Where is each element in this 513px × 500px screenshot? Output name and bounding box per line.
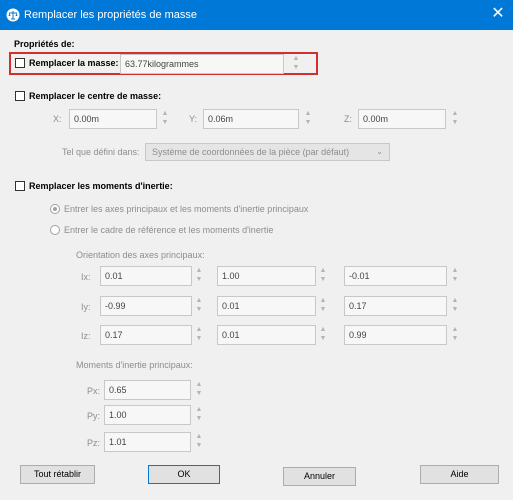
iy-2-input[interactable]: 0.01 — [217, 296, 316, 316]
help-button[interactable]: Aide — [420, 465, 499, 484]
iz-1-input[interactable]: 0.17 — [100, 325, 192, 345]
pz-label: Pz: — [87, 438, 101, 448]
mass-spinner[interactable]: ▲ ▼ — [291, 54, 301, 74]
coord-system-select[interactable]: Système de coordonnées de la pièce (par … — [145, 143, 390, 161]
mass-input[interactable]: 63.77kilogrammes — [120, 54, 284, 74]
center-checkbox-label: Remplacer le centre de masse: — [29, 91, 162, 101]
close-icon: ✕ — [491, 5, 505, 22]
ix-1-input[interactable]: 0.01 — [100, 266, 192, 286]
ix-2-input[interactable]: 1.00 — [217, 266, 316, 286]
iz-2-spinner[interactable]: ▲ ▼ — [318, 325, 328, 345]
window-title: Remplacer les propriétés de masse — [24, 9, 198, 21]
row-ix-label: Ix: — [81, 272, 91, 282]
ix-3-input[interactable]: -0.01 — [344, 266, 447, 286]
ix-3-spinner[interactable]: ▲ ▼ — [450, 266, 460, 286]
py-spinner[interactable]: ▲ ▼ — [194, 405, 204, 425]
iz-3-input[interactable]: 0.99 — [344, 325, 447, 345]
moments-heading: Moments d'inertie principaux: — [76, 360, 193, 370]
py-input[interactable]: 1.00 — [104, 405, 191, 425]
coord-system-value: Système de coordonnées de la pièce (par … — [152, 147, 350, 157]
ix-1-spinner[interactable]: ▲ ▼ — [194, 266, 204, 286]
py-label: Py: — [87, 411, 101, 421]
center-x-spinner[interactable]: ▲ ▼ — [160, 109, 170, 129]
center-checkbox[interactable] — [15, 91, 25, 101]
iy-2-spinner[interactable]: ▲ ▼ — [318, 296, 328, 316]
radio-principal-axes[interactable] — [50, 204, 60, 214]
mass-checkbox[interactable] — [15, 58, 25, 68]
center-x-label: X: — [53, 114, 62, 124]
px-input[interactable]: 0.65 — [104, 380, 191, 400]
orientation-heading: Orientation des axes principaux: — [76, 250, 205, 260]
iy-1-input[interactable]: -0.99 — [100, 296, 192, 316]
scale-icon — [6, 8, 20, 22]
iz-1-spinner[interactable]: ▲ ▼ — [194, 325, 204, 345]
center-y-spinner[interactable]: ▲ ▼ — [303, 109, 313, 129]
iy-1-spinner[interactable]: ▲ ▼ — [194, 296, 204, 316]
iz-3-spinner[interactable]: ▲ ▼ — [450, 325, 460, 345]
close-button[interactable]: ✕ — [485, 0, 511, 28]
center-x-input[interactable]: 0.00m — [69, 109, 157, 129]
properties-heading: Propriétés de: — [14, 39, 75, 49]
center-y-label: Y: — [189, 114, 198, 124]
row-iz-label: Iz: — [81, 331, 91, 341]
radio-principal-axes-label: Entrer les axes principaux et les moment… — [64, 204, 309, 214]
ok-button[interactable]: OK — [148, 465, 220, 484]
px-spinner[interactable]: ▲ ▼ — [194, 380, 204, 400]
center-z-spinner[interactable]: ▲ ▼ — [450, 109, 460, 129]
ix-2-spinner[interactable]: ▲ ▼ — [318, 266, 328, 286]
title-bar: Remplacer les propriétés de masse ✕ — [0, 0, 513, 30]
mass-checkbox-label: Remplacer la masse: — [29, 58, 119, 68]
cancel-button[interactable]: Annuler — [283, 467, 356, 486]
reset-all-button[interactable]: Tout rétablir — [20, 465, 95, 484]
chevron-down-icon: ⌄ — [376, 147, 383, 156]
radio-reference-frame-label: Entrer le cadre de référence et les mome… — [64, 225, 274, 235]
iy-3-spinner[interactable]: ▲ ▼ — [450, 296, 460, 316]
iz-2-input[interactable]: 0.01 — [217, 325, 316, 345]
inertia-checkbox[interactable] — [15, 181, 25, 191]
radio-reference-frame[interactable] — [50, 225, 60, 235]
center-z-input[interactable]: 0.00m — [358, 109, 446, 129]
inertia-checkbox-label: Remplacer les moments d'inertie: — [29, 181, 173, 191]
px-label: Px: — [87, 386, 101, 396]
center-y-input[interactable]: 0.06m — [203, 109, 299, 129]
center-z-label: Z: — [344, 114, 352, 124]
pz-input[interactable]: 1.01 — [104, 432, 191, 452]
row-iy-label: Iy: — [81, 302, 91, 312]
defined-in-label: Tel que défini dans: — [62, 147, 140, 157]
pz-spinner[interactable]: ▲ ▼ — [194, 432, 204, 452]
iy-3-input[interactable]: 0.17 — [344, 296, 447, 316]
